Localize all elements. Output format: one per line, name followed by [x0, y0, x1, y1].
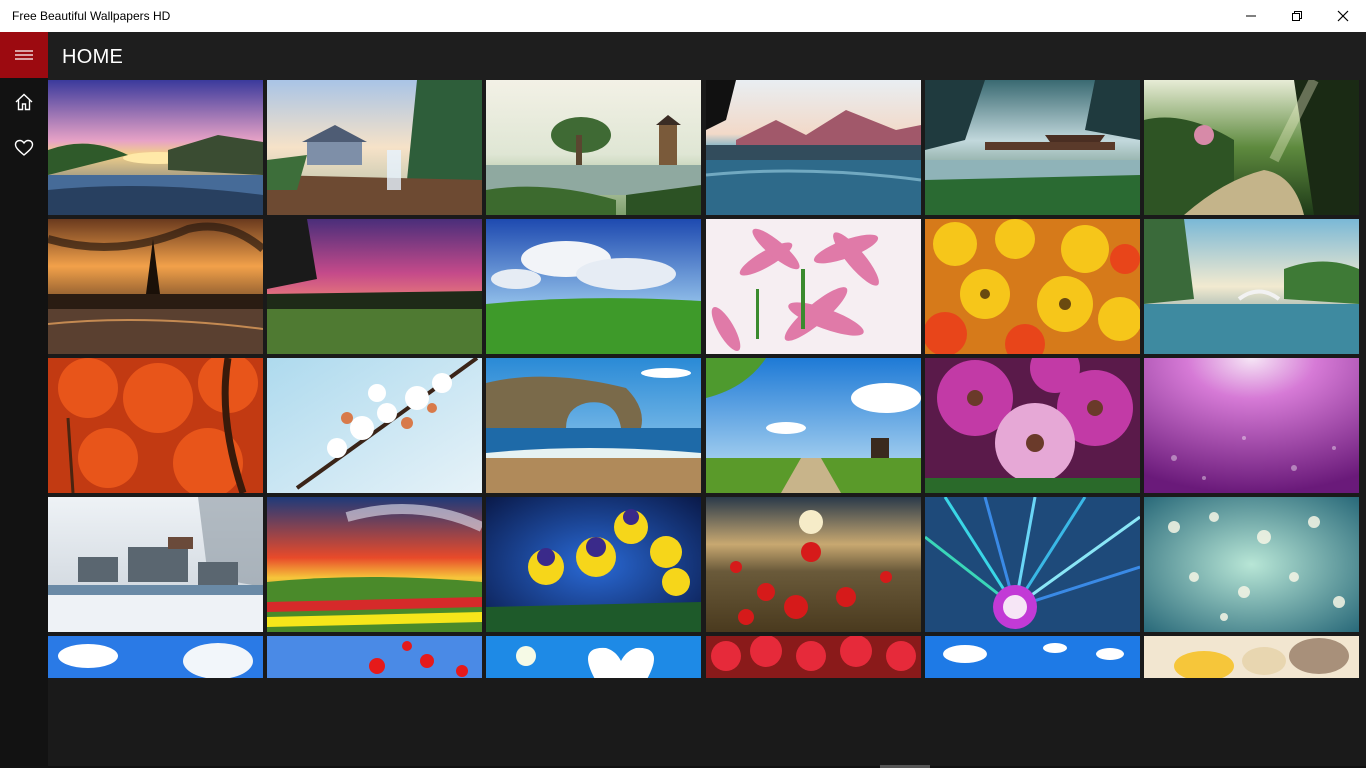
wallpaper-tile-red-poppies-sky[interactable] — [267, 636, 482, 678]
wallpaper-tile-blue-sky-clouds[interactable] — [48, 636, 263, 678]
wallpaper-tile-forest-path-sunbeams[interactable] — [1144, 80, 1359, 215]
nav-item-home[interactable] — [0, 82, 48, 122]
wallpaper-tile-misty-bridge-pavilion[interactable] — [925, 80, 1140, 215]
wallpaper-tile-heart-cloud-sky[interactable] — [486, 636, 701, 678]
wallpaper-tile-flower-field-sunset[interactable] — [267, 497, 482, 632]
wallpaper-tile-seashells-sand[interactable] — [1144, 636, 1359, 678]
wallpaper-tile-abstract-spiral-rays[interactable] — [925, 497, 1140, 632]
hamburger-button[interactable] — [0, 32, 48, 78]
wallpaper-tile-park-lake-bridge[interactable] — [1144, 219, 1359, 354]
wallpaper-grid — [48, 80, 1360, 678]
nav-item-favorites[interactable] — [0, 128, 48, 168]
wallpaper-tile-countryside-windmill-path[interactable] — [706, 358, 921, 493]
wallpaper-tile-yellow-orange-flowers[interactable] — [925, 219, 1140, 354]
wallpaper-tile-green-hill-blue-sky[interactable] — [486, 219, 701, 354]
wallpaper-tile-mountain-lake-reflection[interactable] — [706, 80, 921, 215]
window-title: Free Beautiful Wallpapers HD — [12, 9, 171, 23]
page-header: HOME — [48, 32, 1366, 80]
wallpaper-tile-tropical-resort-waterfall[interactable] — [267, 80, 482, 215]
restore-button[interactable] — [1274, 0, 1320, 32]
wallpaper-tile-purple-light-rays[interactable] — [1144, 358, 1359, 493]
minimize-button[interactable] — [1228, 0, 1274, 32]
wallpaper-tile-red-autumn-trees[interactable] — [48, 358, 263, 493]
wallpaper-tile-snowy-rock-garden[interactable] — [48, 497, 263, 632]
restore-icon — [1292, 11, 1302, 21]
wallpaper-tile-sea-arch-beach[interactable] — [486, 358, 701, 493]
minimize-icon — [1246, 15, 1256, 17]
close-button[interactable] — [1320, 0, 1366, 32]
wallpaper-tile-purple-gerbera-daisies[interactable] — [925, 358, 1140, 493]
home-icon — [15, 93, 33, 111]
heart-icon — [14, 139, 34, 156]
wallpaper-tile-pink-daisies[interactable] — [706, 219, 921, 354]
page-title: HOME — [62, 46, 124, 68]
wallpaper-tile-eiffel-tower-sunset[interactable] — [48, 219, 263, 354]
wallpaper-tile-red-tulips[interactable] — [706, 636, 921, 678]
wallpaper-tile-yellow-pansies[interactable] — [486, 497, 701, 632]
wallpaper-tile-red-poppy-field[interactable] — [706, 497, 921, 632]
hamburger-icon — [15, 50, 33, 60]
nav-pane — [0, 32, 48, 768]
wallpaper-tile-white-clouds-blue[interactable] — [925, 636, 1140, 678]
wallpaper-tile-cherry-blossom-branch[interactable] — [267, 358, 482, 493]
wallpaper-tile-asian-garden-pagoda[interactable] — [486, 80, 701, 215]
wallpaper-tile-teal-floating-petals[interactable] — [1144, 497, 1359, 632]
title-bar: Free Beautiful Wallpapers HD — [0, 0, 1366, 32]
wallpaper-tile-purple-dusk-meadow[interactable] — [267, 219, 482, 354]
wallpaper-tile-sunset-lake-village[interactable] — [48, 80, 263, 215]
close-icon — [1337, 10, 1349, 22]
